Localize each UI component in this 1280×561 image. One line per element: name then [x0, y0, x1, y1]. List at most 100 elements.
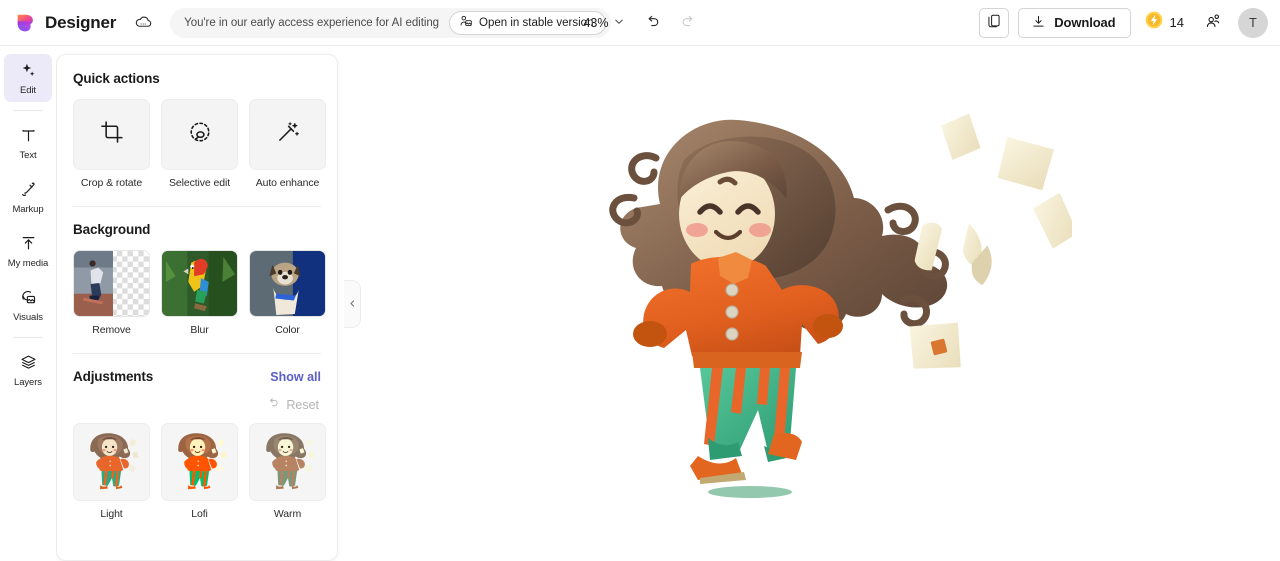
running-girl-artwork[interactable]: [552, 94, 1072, 514]
quick-action-label: Crop & rotate: [80, 177, 143, 189]
quick-actions-title: Quick actions: [73, 71, 160, 86]
undo-button[interactable]: [637, 7, 669, 39]
text-icon: [19, 126, 38, 148]
background-label: Color: [275, 324, 300, 336]
copy-icon: [986, 13, 1002, 32]
upload-icon: [19, 234, 38, 256]
download-label: Download: [1054, 15, 1116, 30]
brand-name: Designer: [45, 12, 117, 32]
app-body: Edit Text Markup My media Visuals Layers…: [0, 46, 1280, 561]
filter-preview: [161, 423, 238, 501]
download-icon: [1031, 14, 1046, 32]
quick-actions-row: Crop & rotate Selective edit Auto enhanc…: [73, 99, 326, 189]
cuff-right: [813, 313, 843, 338]
sidebar-item-text[interactable]: Text: [4, 119, 52, 167]
quick-action-crop-rotate[interactable]: Crop & rotate: [73, 99, 150, 189]
background-title: Background: [73, 222, 151, 237]
share-people-icon: [1204, 12, 1222, 33]
magic-wand-icon: [275, 119, 301, 150]
flying-papers: [909, 113, 1072, 369]
header-center-controls: 43%: [575, 0, 704, 46]
filter-preview: [73, 423, 150, 501]
filter-thumb-art: [265, 433, 314, 490]
designer-app: Designer You're in our early access expe…: [0, 0, 1280, 561]
chevron-left-icon: [348, 295, 357, 313]
crop-icon: [99, 119, 125, 150]
quick-action-selective-edit[interactable]: Selective edit: [161, 99, 238, 189]
filter-label: Light: [100, 508, 123, 520]
undo-icon: [644, 13, 662, 34]
credits-badge[interactable]: 14: [1140, 8, 1188, 37]
sidebar-item-markup[interactable]: Markup: [4, 173, 52, 221]
layers-icon: [19, 353, 38, 375]
rail-divider-top: [14, 110, 42, 111]
sidebar-item-label: Text: [19, 149, 37, 161]
cuff-left: [633, 320, 667, 347]
sidebar-item-label: Layers: [14, 376, 42, 388]
image-person-icon: [459, 14, 473, 31]
reset-button[interactable]: Reset: [264, 394, 321, 415]
chevron-down-icon: [614, 16, 625, 30]
cloud-icon: [134, 12, 153, 34]
sparkle-icon: [19, 61, 38, 83]
filter-label: Lofi: [191, 508, 208, 520]
bg-remove-thumb: [73, 250, 150, 317]
quick-action-auto-enhance[interactable]: Auto enhance: [249, 99, 326, 189]
background-remove[interactable]: Remove: [73, 250, 150, 336]
early-access-text: You're in our early access experience fo…: [184, 16, 440, 29]
sidebar-item-label: Visuals: [13, 311, 43, 323]
background-label: Remove: [92, 324, 131, 336]
avatar-initial: T: [1249, 15, 1257, 30]
blush-left: [686, 222, 708, 237]
app-header: Designer You're in our early access expe…: [0, 0, 1280, 46]
reset-label: Reset: [286, 397, 319, 412]
background-color[interactable]: Color: [249, 250, 326, 336]
filter-thumb-art: [177, 433, 226, 490]
credits-count: 14: [1169, 15, 1184, 30]
zoom-level-selector[interactable]: 43%: [575, 11, 632, 35]
background-row: Remove Blur Color: [73, 250, 326, 336]
download-button[interactable]: Download: [1018, 7, 1131, 38]
quick-action-label: Auto enhance: [255, 177, 320, 189]
show-all-link[interactable]: Show all: [270, 370, 321, 384]
reset-row: Reset: [73, 394, 321, 415]
copy-button[interactable]: [979, 7, 1010, 38]
bg-blur-thumb: [161, 250, 238, 317]
adjustments-header: Adjustments Show all: [73, 369, 321, 384]
header-right-controls: Download 14 T: [979, 7, 1268, 39]
sidebar-item-edit[interactable]: Edit: [4, 54, 52, 102]
user-avatar[interactable]: T: [1238, 7, 1268, 38]
coat-hem: [692, 351, 802, 368]
quick-action-icon-box: [161, 99, 238, 170]
designer-logo-icon: [14, 12, 36, 34]
redo-icon: [680, 13, 698, 34]
canvas-area[interactable]: [344, 46, 1280, 561]
lasso-circle-icon: [187, 119, 213, 150]
background-blur[interactable]: Blur: [161, 250, 238, 336]
brand[interactable]: Designer: [14, 12, 116, 34]
panel-divider-2: [73, 353, 321, 354]
pen-icon: [19, 180, 38, 202]
visuals-icon: [19, 288, 38, 310]
sidebar-item-visuals[interactable]: Visuals: [4, 281, 52, 329]
filters-row: Light Lofi Warm: [73, 423, 326, 520]
quick-action-icon-box: [73, 99, 150, 170]
edit-tool-panel: Quick actions Crop & rotate Selective ed…: [56, 54, 338, 561]
quick-action-label: Selective edit: [168, 177, 231, 189]
redo-button[interactable]: [673, 7, 705, 39]
sidebar-item-layers[interactable]: Layers: [4, 346, 52, 394]
collapse-panel-handle[interactable]: [344, 279, 361, 328]
sidebar-item-label: My media: [7, 257, 49, 269]
filter-warm[interactable]: Warm: [249, 423, 326, 520]
sidebar-item-label: Markup: [12, 203, 44, 215]
adjustments-title: Adjustments: [73, 369, 154, 384]
buttons: [725, 282, 739, 341]
filter-light[interactable]: Light: [73, 423, 150, 520]
background-label: Blur: [190, 324, 209, 336]
sidebar-item-my-media[interactable]: My media: [4, 227, 52, 275]
quick-action-icon-box: [249, 99, 326, 170]
cloud-sync-button[interactable]: [128, 8, 158, 38]
ground-shadow: [708, 485, 792, 498]
share-button[interactable]: [1197, 7, 1229, 39]
filter-lofi[interactable]: Lofi: [161, 423, 238, 520]
